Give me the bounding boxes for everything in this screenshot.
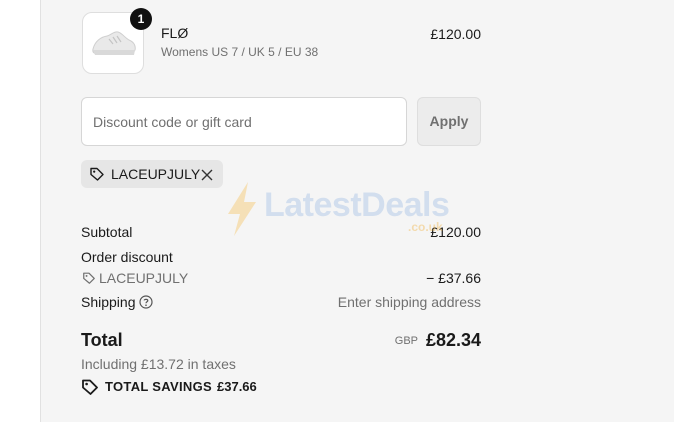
discount-amount: − £37.66 [426, 270, 481, 286]
order-summary: 1 FLØ Womens US 7 / UK 5 / EU 38 £120.00… [81, 0, 481, 422]
product-price: £120.00 [430, 26, 481, 42]
product-variant: Womens US 7 / UK 5 / EU 38 [161, 45, 319, 59]
tag-icon [89, 166, 105, 187]
product-thumbnail: 1 [82, 8, 152, 74]
tag-icon [82, 271, 96, 288]
currency-code: GBP [394, 335, 418, 347]
applied-code-chip: LACEUPJULY [81, 160, 223, 188]
apply-button[interactable]: Apply [417, 97, 481, 146]
total-savings-row: TOTAL SAVINGS £37.66 [81, 378, 481, 396]
applied-code-label: LACEUPJULY [111, 166, 201, 182]
discount-code-input[interactable]: Discount code or gift card [81, 97, 407, 146]
total-row: Total GBP £82.34 [81, 329, 481, 353]
order-discount-label: Order discount [81, 249, 173, 265]
total-label: Total [81, 330, 123, 350]
total-value: £82.34 [425, 330, 481, 350]
subtotal-value: £120.00 [430, 224, 481, 240]
remove-code-icon[interactable] [201, 168, 213, 186]
discount-placeholder: Discount code or gift card [93, 114, 252, 130]
left-pane [0, 0, 41, 422]
savings-value: £37.66 [217, 379, 257, 394]
quantity-badge: 1 [130, 8, 152, 30]
product-name: FLØ [161, 25, 189, 41]
shipping-label: Shipping [81, 294, 136, 310]
help-icon[interactable] [139, 295, 153, 312]
line-item: 1 FLØ Womens US 7 / UK 5 / EU 38 £120.00 [81, 8, 481, 76]
tax-note: Including £13.72 in taxes [81, 356, 236, 372]
shipping-value: Enter shipping address [337, 294, 481, 310]
sneaker-image [92, 31, 136, 55]
discount-code-text: LACEUPJULY [99, 270, 189, 286]
savings-tag-icon [81, 378, 99, 401]
subtotal-label: Subtotal [81, 224, 133, 240]
savings-label: TOTAL SAVINGS [105, 379, 212, 394]
